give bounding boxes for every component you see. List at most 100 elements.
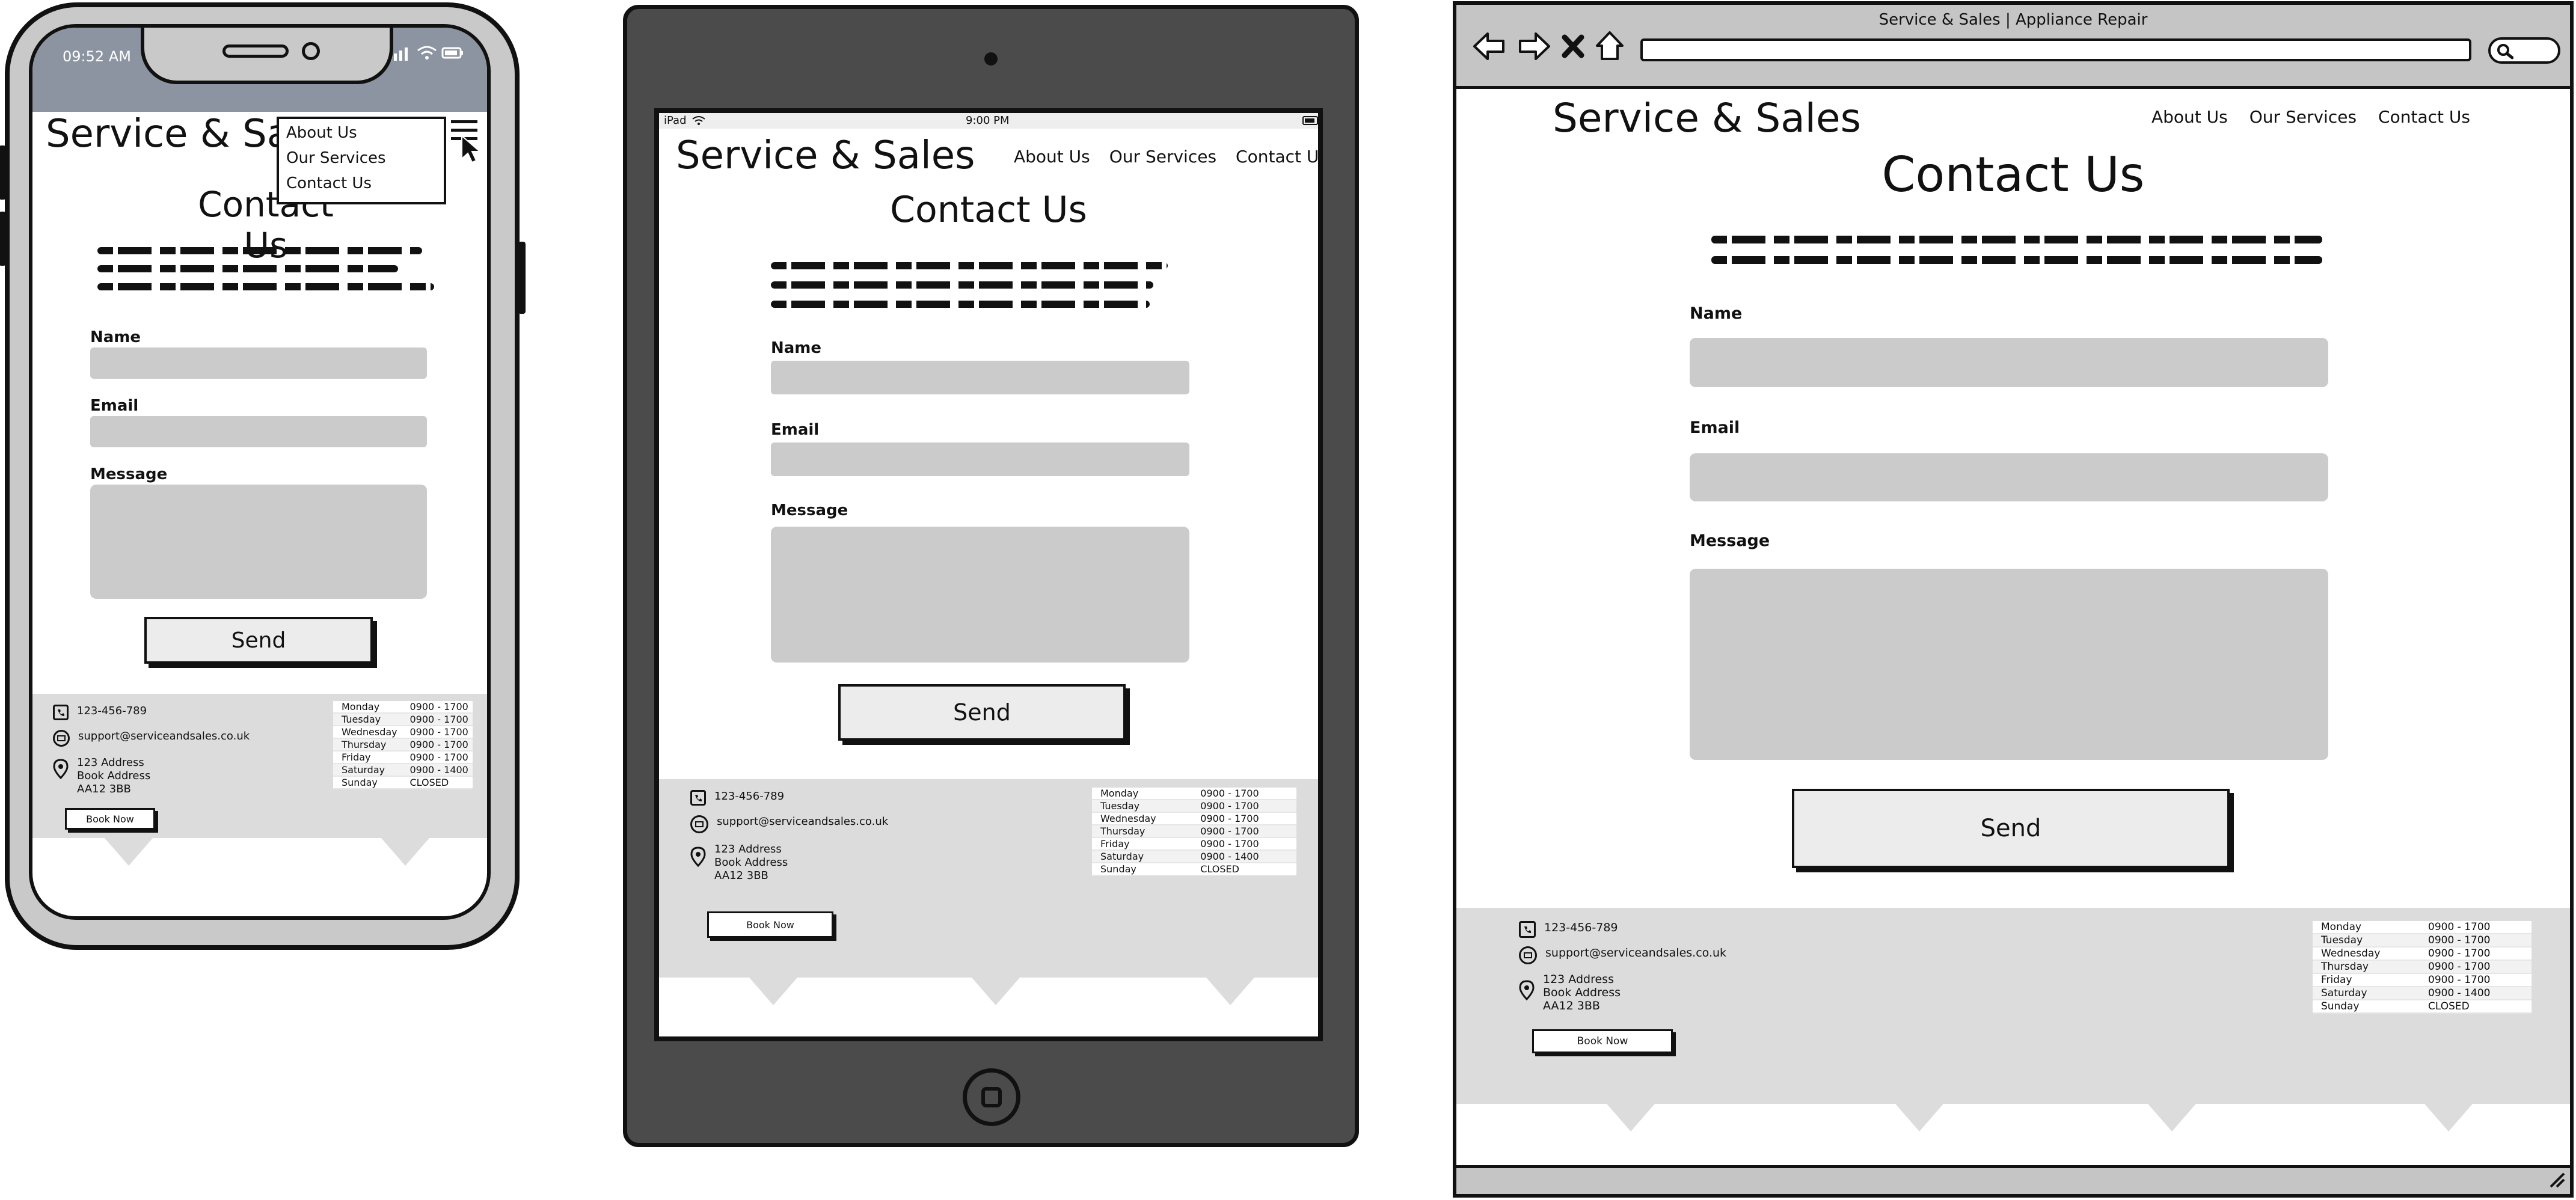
nav-about[interactable]: About Us — [2151, 107, 2228, 127]
footer-phone-text: 123-456-789 — [77, 705, 147, 717]
email-label: Email — [1690, 418, 1740, 437]
placeholder-text — [1711, 256, 2322, 264]
nav-services[interactable]: Our Services — [2249, 107, 2357, 127]
mobile-nav-dropdown: About Us Our Services Contact Us — [277, 117, 446, 204]
nav-about[interactable]: About Us — [286, 124, 357, 142]
nav-services[interactable]: Our Services — [1109, 147, 1216, 167]
hours-row: Thursday 0900 - 1700 — [333, 738, 473, 752]
placeholder-text — [771, 301, 1150, 308]
nav-contact[interactable]: Contact Us — [2378, 107, 2470, 127]
url-bar[interactable] — [1640, 38, 2471, 61]
placeholder-text — [1711, 236, 2322, 243]
map-pin-icon — [53, 759, 69, 783]
mail-icon — [1519, 946, 1537, 964]
tablet-status-label: iPad — [664, 114, 687, 127]
address-line-2: Book Address — [714, 856, 788, 869]
email-label: Email — [90, 397, 139, 415]
message-label: Message — [771, 501, 848, 519]
book-now-button[interactable]: Book Now — [65, 808, 155, 830]
phone-icon — [690, 790, 706, 806]
hours-day: Saturday — [333, 764, 402, 777]
message-field[interactable] — [771, 527, 1189, 663]
nav-contact[interactable]: Contact Us — [1236, 147, 1318, 167]
hours-row: Wednesday 0900 - 1700 — [2313, 947, 2532, 961]
home-button-icon[interactable] — [963, 1068, 1020, 1126]
phone-side-button — [0, 145, 6, 200]
hours-row: Monday 0900 - 1700 — [1092, 788, 1296, 800]
back-arrow-icon[interactable] — [1472, 31, 1507, 64]
hours-day: Monday — [333, 701, 402, 714]
hours-day: Tuesday — [333, 713, 402, 726]
address-line-2: Book Address — [1543, 986, 1621, 999]
footer-phone: 123-456-789 — [690, 790, 784, 806]
hours-time: 0900 - 1700 — [401, 751, 473, 764]
hours-row: Sunday CLOSED — [1092, 863, 1296, 876]
message-field[interactable] — [1690, 569, 2328, 760]
hours-row: Friday 0900 - 1700 — [1092, 837, 1296, 851]
hours-day: Sunday — [1092, 863, 1192, 876]
book-now-button[interactable]: Book Now — [1532, 1029, 1673, 1053]
hours-row: Tuesday 0900 - 1700 — [1092, 800, 1296, 813]
hours-day: Wednesday — [2313, 947, 2420, 961]
footer-torn-edge — [2424, 1104, 2473, 1131]
send-button[interactable]: Send — [1792, 789, 2230, 868]
nav-about[interactable]: About Us — [1014, 147, 1090, 167]
email-field[interactable] — [771, 442, 1189, 476]
nav-services[interactable]: Our Services — [286, 149, 386, 167]
address-line-3: AA12 3BB — [77, 783, 131, 795]
address-line-1: 123 Address — [714, 843, 782, 856]
hours-day: Friday — [1092, 837, 1192, 851]
page-title: Contact Us — [1881, 147, 2145, 203]
email-field[interactable] — [1690, 453, 2328, 501]
forward-arrow-icon[interactable] — [1516, 31, 1551, 64]
home-icon[interactable] — [1595, 30, 1625, 64]
address-line-3: AA12 3BB — [1543, 999, 1600, 1012]
resize-handle-icon[interactable] — [2548, 1171, 2566, 1192]
tablet-screen: iPad 9:00 PM Service & Sales About Us Ou… — [654, 108, 1323, 1041]
footer-torn-edge — [1895, 1104, 1943, 1131]
hours-time: 0900 - 1700 — [401, 701, 473, 714]
hours-day: Tuesday — [1092, 800, 1192, 813]
hours-row: Wednesday 0900 - 1700 — [1092, 812, 1296, 825]
browser-toolbar: Service & Sales | Appliance Repair — [1456, 5, 2570, 89]
brand-logo[interactable]: Service & Sales — [676, 133, 975, 178]
footer-torn-edge — [1206, 978, 1254, 1005]
name-field[interactable] — [771, 361, 1189, 394]
phone-power-button — [518, 242, 526, 314]
brand-logo[interactable]: Service & Sales — [1553, 95, 1861, 141]
hours-time: 0900 - 1400 — [2420, 987, 2532, 1000]
nav-contact[interactable]: Contact Us — [286, 174, 372, 192]
footer-email-text[interactable]: support@serviceandsales.co.uk — [78, 730, 250, 742]
hours-day: Wednesday — [1092, 812, 1192, 825]
opening-hours-table: Monday 0900 - 1700 Tuesday 0900 - 1700 Wed… — [1092, 788, 1296, 876]
footer-email-text[interactable]: support@serviceandsales.co.uk — [717, 815, 888, 828]
name-label: Name — [771, 339, 822, 357]
top-nav: About Us Our Services Contact Us — [1014, 147, 1318, 167]
footer-phone-text: 123-456-789 — [714, 790, 785, 803]
book-now-button[interactable]: Book Now — [707, 911, 833, 938]
footer-email: support@serviceandsales.co.uk — [53, 730, 250, 747]
phone-status-time: 09:52 AM — [63, 48, 131, 65]
hours-day: Sunday — [2313, 1000, 2420, 1014]
send-button[interactable]: Send — [838, 684, 1126, 741]
send-button[interactable]: Send — [144, 617, 373, 664]
name-field[interactable] — [1690, 338, 2328, 387]
name-label: Name — [90, 328, 141, 346]
hours-row: Monday 0900 - 1700 — [2313, 921, 2532, 934]
top-nav: About Us Our Services Contact Us — [2151, 107, 2470, 127]
browser-search-box[interactable] — [2488, 37, 2560, 64]
email-field[interactable] — [90, 416, 427, 447]
message-field[interactable] — [90, 485, 427, 599]
footer-torn-edge — [2148, 1104, 2196, 1131]
email-label: Email — [771, 421, 820, 439]
phone-icon — [1519, 921, 1536, 938]
footer-torn-edge — [105, 838, 153, 866]
close-icon[interactable] — [1561, 34, 1585, 61]
map-pin-icon — [1519, 980, 1535, 1003]
hours-day: Thursday — [333, 738, 402, 752]
wifi-icon — [692, 114, 706, 129]
hours-time: 0900 - 1700 — [2420, 921, 2532, 934]
footer-email-text[interactable]: support@serviceandsales.co.uk — [1545, 946, 1726, 960]
name-field[interactable] — [90, 347, 427, 379]
hours-row: Sunday CLOSED — [333, 776, 473, 789]
